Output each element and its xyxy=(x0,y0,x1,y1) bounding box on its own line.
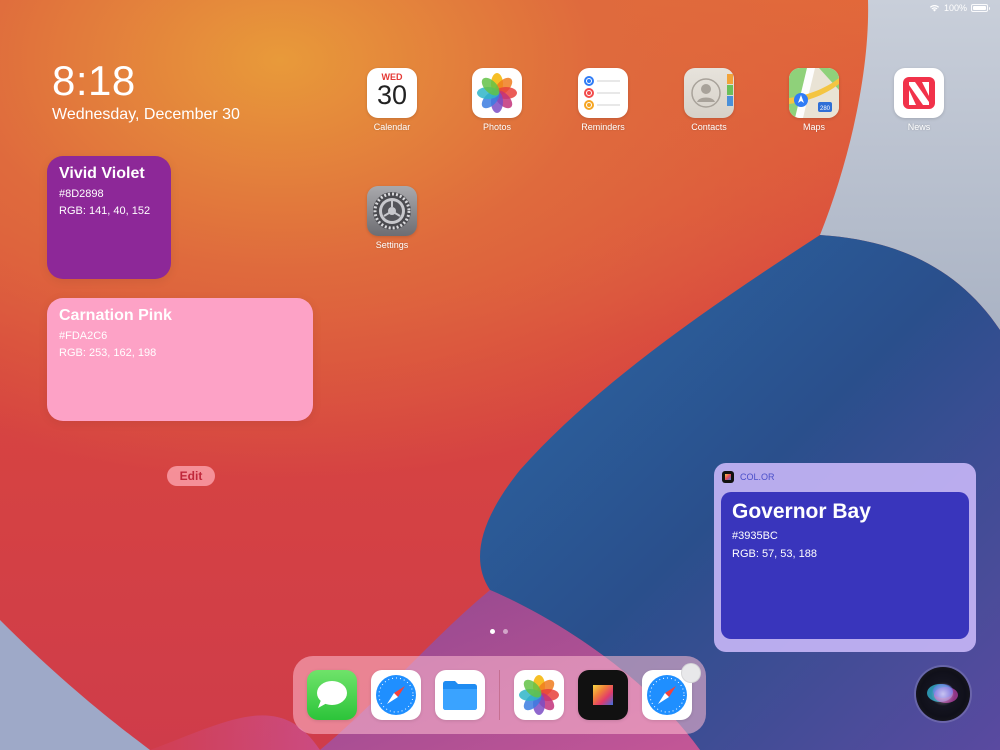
calendar-date: 30 xyxy=(376,80,408,110)
color-widget-carnation-pink[interactable]: Carnation Pink #FDA2C6 RGB: 253, 162, 19… xyxy=(47,298,313,421)
contacts-icon xyxy=(684,68,734,118)
app-label: News xyxy=(907,122,931,132)
battery-icon xyxy=(971,4,990,12)
app-maps[interactable]: 280 Maps xyxy=(774,68,854,132)
messages-icon[interactable] xyxy=(307,670,357,720)
app-photos[interactable]: Photos xyxy=(457,68,537,132)
handoff-badge xyxy=(681,663,701,683)
widget-header: COL.OR xyxy=(722,471,775,483)
settings-icon xyxy=(367,186,417,236)
widget-color-rgb: RGB: 141, 40, 152 xyxy=(59,205,151,217)
widget-color-name: Governor Bay xyxy=(732,500,871,523)
files-icon[interactable] xyxy=(435,670,485,720)
status-bar: 100% xyxy=(929,3,990,13)
widget-color-hex: #3935BC xyxy=(732,530,778,542)
clock-date: Wednesday, December 30 xyxy=(52,106,240,123)
widget-color-hex: #FDA2C6 xyxy=(59,330,108,342)
page-dot-2[interactable] xyxy=(503,629,508,634)
battery-percentage: 100% xyxy=(943,3,967,13)
maps-icon: 280 xyxy=(789,68,839,118)
color-app-icon xyxy=(722,471,734,483)
app-label: Photos xyxy=(482,122,512,132)
color-app-icon[interactable] xyxy=(578,670,628,720)
app-news[interactable]: News xyxy=(879,68,959,132)
app-label: Calendar xyxy=(373,122,411,132)
page-indicator[interactable] xyxy=(490,629,508,634)
app-reminders[interactable]: Reminders xyxy=(563,68,643,132)
app-settings[interactable]: Settings xyxy=(352,186,432,250)
widget-app-name: COL.OR xyxy=(740,472,775,482)
photos-icon[interactable] xyxy=(514,670,564,720)
color-card[interactable]: Governor Bay #3935BC RGB: 57, 53, 188 xyxy=(721,492,969,639)
home-screen: 100% 8:18 Wednesday, December 30 Vivid V… xyxy=(0,0,1000,750)
widget-color-rgb: RGB: 253, 162, 198 xyxy=(59,347,157,359)
maps-route-shield: 280 xyxy=(820,106,831,112)
widget-color-name: Vivid Violet xyxy=(59,165,145,182)
safari-icon[interactable] xyxy=(371,670,421,720)
calendar-icon: WED 30 xyxy=(367,68,417,118)
page-dot-1[interactable] xyxy=(490,629,495,634)
app-label: Maps xyxy=(802,122,825,132)
app-contacts[interactable]: Contacts xyxy=(669,68,749,132)
color-widget-vivid-violet[interactable]: Vivid Violet #8D2898 RGB: 141, 40, 152 xyxy=(47,156,171,279)
color-widget-governor-bay[interactable]: COL.OR Governor Bay #3935BC RGB: 57, 53,… xyxy=(714,463,976,652)
app-calendar[interactable]: WED 30 Calendar xyxy=(352,68,432,132)
battery-fill xyxy=(973,6,986,10)
wifi-icon xyxy=(929,4,940,12)
app-label: Contacts xyxy=(691,122,727,132)
widget-color-rgb: RGB: 57, 53, 188 xyxy=(732,548,817,560)
photos-icon xyxy=(472,68,522,118)
siri-icon[interactable] xyxy=(916,667,970,721)
dock xyxy=(293,656,706,734)
edit-widgets-button[interactable]: Edit xyxy=(167,466,215,486)
widget-color-name: Carnation Pink xyxy=(59,307,172,324)
widget-color-hex: #8D2898 xyxy=(59,188,104,200)
dock-divider xyxy=(499,670,500,720)
news-icon xyxy=(894,68,944,118)
app-label: Reminders xyxy=(581,122,625,132)
app-label: Settings xyxy=(375,240,409,250)
clock-time: 8:18 xyxy=(52,57,136,104)
reminders-icon xyxy=(578,68,628,118)
